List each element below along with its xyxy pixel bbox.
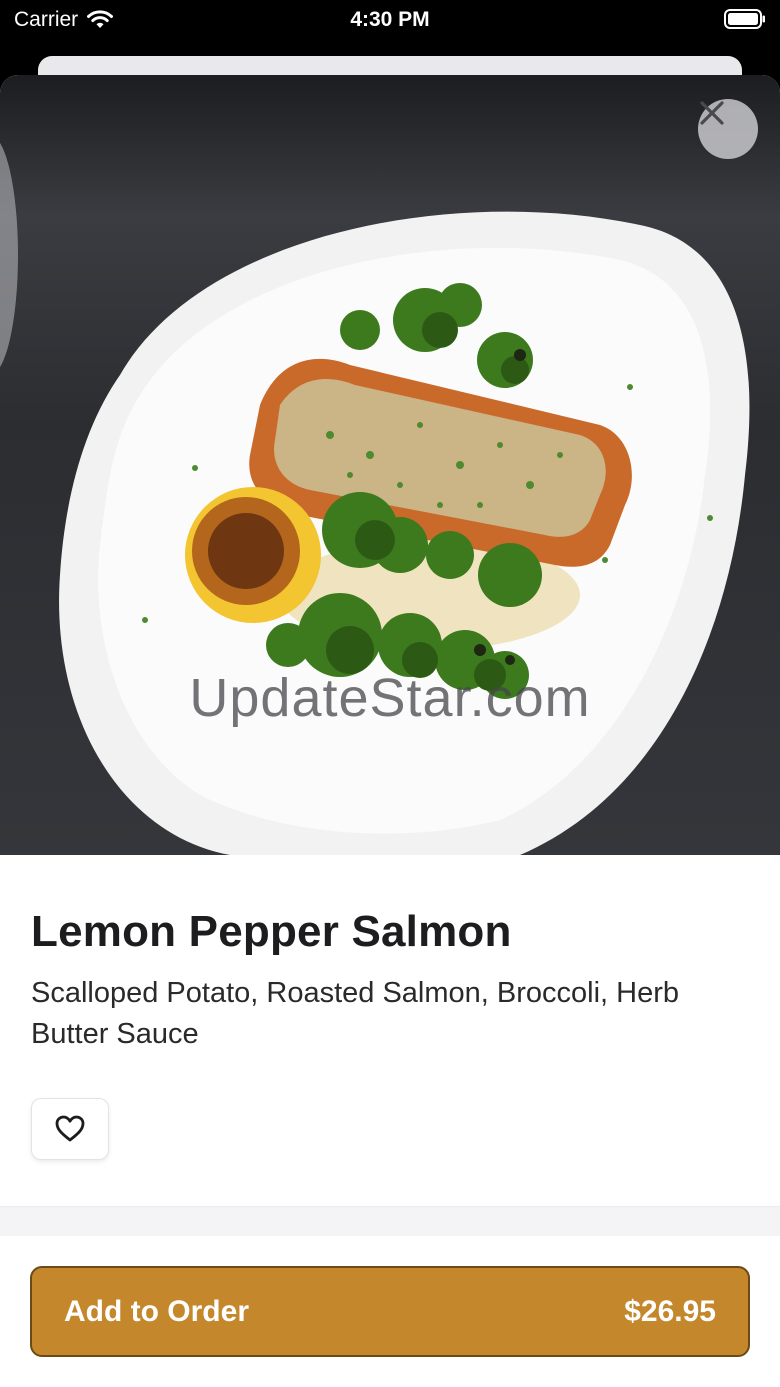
close-button[interactable] xyxy=(698,99,758,159)
carrier-label: Carrier xyxy=(14,8,79,31)
favorite-button[interactable] xyxy=(31,1098,109,1160)
add-to-order-label: Add to Order xyxy=(64,1294,249,1328)
dish-photo: UpdateStar.com xyxy=(0,75,780,855)
section-divider xyxy=(0,1206,780,1236)
item-detail-sheet: UpdateStar.com Lemon Pepper Salmon Scall… xyxy=(0,75,780,1387)
add-to-order-button[interactable]: Add to Order $26.95 xyxy=(30,1266,750,1357)
carrier-indicator: Carrier xyxy=(14,8,114,32)
order-price: $26.95 xyxy=(624,1294,716,1328)
dish-illustration xyxy=(0,142,750,855)
close-icon xyxy=(700,101,724,125)
status-time: 4:30 PM xyxy=(350,8,430,31)
battery-icon xyxy=(724,9,765,29)
wifi-icon xyxy=(87,10,114,28)
item-description: Scalloped Potato, Roasted Salmon, Brocco… xyxy=(31,977,680,1050)
status-bar: Carrier 4:30 PM xyxy=(0,0,780,40)
watermark-text: UpdateStar.com xyxy=(189,668,591,728)
heart-outline-icon xyxy=(55,1115,85,1142)
item-title: Lemon Pepper Salmon xyxy=(31,907,512,956)
